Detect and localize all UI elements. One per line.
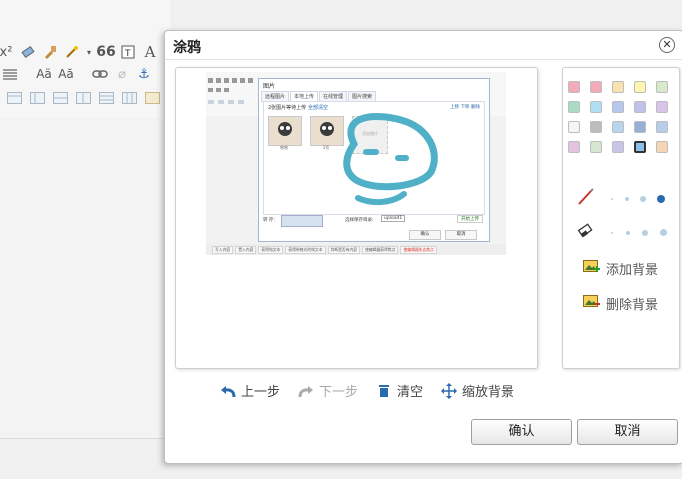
scribble-strokes (343, 113, 438, 206)
color-swatch[interactable] (634, 121, 646, 133)
quote-icon[interactable]: 66 (96, 44, 115, 60)
remove-background-button[interactable]: 删除背景 (583, 294, 658, 313)
color-swatch[interactable] (634, 141, 646, 153)
color-swatch[interactable] (568, 101, 580, 113)
brush-size-2[interactable] (625, 196, 629, 201)
clear-button[interactable]: 清空 (376, 381, 423, 400)
redo-button[interactable]: 下一步 (298, 381, 358, 400)
svg-text:T: T (124, 49, 131, 59)
tool-panel: 添加背景 删除背景 (562, 67, 680, 369)
table-icon[interactable] (6, 90, 22, 106)
font-size-up-icon[interactable]: Aä (36, 66, 52, 82)
color-swatch[interactable] (612, 141, 624, 153)
color-swatch[interactable] (590, 121, 602, 133)
image-icon[interactable] (144, 90, 160, 106)
background-image: 图片 远程图片 本地上传 在线管理 图片搜索 2张图片等待上传 全部清空 上移 … (206, 72, 506, 255)
brush-size-row (577, 188, 665, 209)
trash-icon (376, 383, 392, 399)
title-divider (165, 59, 682, 60)
close-icon[interactable]: ✕ (659, 37, 675, 53)
dialog-title: 涂鸦 (173, 40, 201, 56)
eraser-size-1[interactable] (611, 231, 613, 234)
move-arrows-icon (441, 382, 458, 399)
color-swatch[interactable] (568, 81, 580, 93)
cancel-button[interactable]: 取消 (577, 419, 678, 445)
color-swatch[interactable] (634, 81, 646, 93)
font-icon[interactable]: A (142, 43, 158, 61)
color-swatch[interactable] (590, 141, 602, 153)
table-delete-icon[interactable] (121, 90, 137, 106)
add-image-icon (583, 259, 600, 278)
redo-label: 下一步 (319, 385, 359, 400)
editor-content-area[interactable] (0, 118, 170, 419)
superscript-icon[interactable]: x² (0, 44, 14, 60)
redo-icon (298, 383, 314, 399)
color-swatch[interactable] (656, 81, 668, 93)
toolbar-row-1: x² ▾ 66 T A (0, 41, 158, 63)
color-swatch[interactable] (634, 101, 646, 113)
undo-icon (220, 383, 236, 399)
scale-background-label: 缩放背景 (462, 385, 515, 400)
undo-label: 上一步 (241, 385, 281, 400)
eraser-size-row (577, 223, 667, 242)
editor-toolbar: x² ▾ 66 T A Aä Aă ⌀ ⚓ (0, 0, 170, 119)
color-palette (568, 81, 668, 153)
eraser-size-2[interactable] (626, 230, 630, 235)
color-swatch[interactable] (568, 141, 580, 153)
text-box-icon[interactable]: T (120, 44, 136, 60)
table-row-icon[interactable] (29, 90, 45, 106)
align-justify-icon[interactable] (2, 66, 18, 82)
table-split-icon[interactable] (98, 90, 114, 106)
color-swatch[interactable] (656, 141, 668, 153)
color-swatch[interactable] (568, 121, 580, 133)
add-background-label: 添加背景 (606, 263, 659, 278)
scale-background-button[interactable]: 缩放背景 (441, 381, 514, 400)
eraser-size-4[interactable] (660, 229, 667, 236)
format-brush-icon[interactable] (42, 44, 58, 60)
remove-background-label: 删除背景 (606, 298, 659, 313)
color-swatch[interactable] (656, 101, 668, 113)
link-icon[interactable] (92, 66, 108, 82)
color-swatch[interactable] (590, 101, 602, 113)
table-merge-icon[interactable] (75, 90, 91, 106)
color-swatch[interactable] (612, 81, 624, 93)
color-swatch[interactable] (590, 81, 602, 93)
color-swatch[interactable] (612, 101, 624, 113)
undo-button[interactable]: 上一步 (220, 381, 280, 400)
add-background-button[interactable]: 添加背景 (583, 259, 658, 278)
confirm-button[interactable]: 确认 (471, 419, 572, 445)
clear-label: 清空 (397, 385, 424, 400)
color-swatch[interactable] (612, 121, 624, 133)
brush-icon (577, 188, 595, 209)
color-swatch[interactable] (656, 121, 668, 133)
editor-status-bar (0, 418, 170, 439)
unlink-icon[interactable]: ⌀ (114, 66, 130, 82)
drawing-canvas[interactable]: 图片 远程图片 本地上传 在线管理 图片搜索 2张图片等待上传 全部清空 上移 … (175, 67, 538, 369)
chevron-down-icon[interactable]: ▾ (86, 44, 92, 60)
canvas-controls: 上一步 下一步 清空 缩放背景 (220, 381, 514, 400)
anchor-icon[interactable]: ⚓ (136, 66, 152, 82)
remove-image-icon (583, 294, 600, 313)
magic-wand-icon[interactable] (64, 44, 80, 60)
scrawl-dialog: 涂鸦 ✕ 图片 远程图片 本地上传 在线管理 图片搜索 2张图片等待上传 全部清… (164, 30, 682, 464)
brush-size-4[interactable] (657, 194, 665, 203)
brush-size-1[interactable] (611, 197, 613, 200)
eraser-size-3[interactable] (642, 229, 648, 236)
toolbar-row-2: Aä Aă ⌀ ⚓ (2, 63, 152, 85)
toolbar-row-3 (6, 87, 160, 109)
table-col-icon[interactable] (52, 90, 68, 106)
brush-size-3[interactable] (640, 195, 646, 202)
eraser-icon (577, 223, 595, 242)
font-size-down-icon[interactable]: Aă (58, 66, 74, 82)
eraser-icon[interactable] (20, 44, 36, 60)
